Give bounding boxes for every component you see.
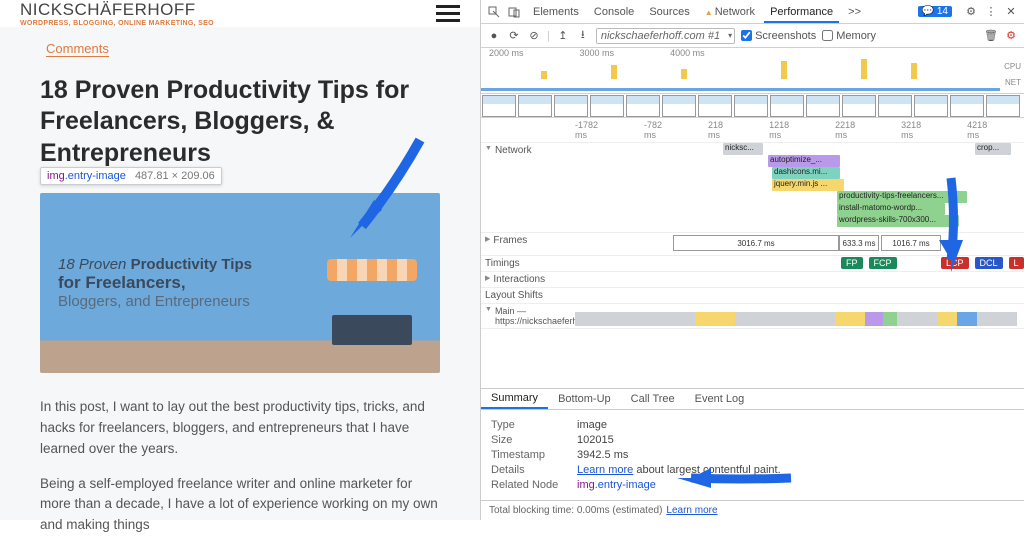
tooltip-class: .entry-image bbox=[65, 170, 126, 182]
summary-tabs: Summary Bottom-Up Call Tree Event Log bbox=[481, 388, 1024, 410]
tab-elements[interactable]: Elements bbox=[527, 6, 585, 18]
devtools-tabbar: Elements Console Sources Network Perform… bbox=[481, 0, 1024, 24]
article-body: In this post, I want to lay out the best… bbox=[40, 397, 440, 537]
network-bar[interactable]: wordpress-skills-700x300... bbox=[837, 215, 959, 227]
timing-chip[interactable]: FP bbox=[841, 257, 863, 269]
tab-event-log[interactable]: Event Log bbox=[685, 393, 755, 405]
overview-cpu-label: CPU bbox=[1004, 62, 1021, 71]
ov-tick: 2000 ms bbox=[489, 48, 524, 58]
clear-icon[interactable]: ⊘ bbox=[527, 29, 541, 43]
hero-l3: Bloggers, and Entrepreneurs bbox=[58, 293, 252, 310]
trash-icon[interactable]: 🗑 bbox=[984, 29, 998, 43]
comments-link[interactable]: Comments bbox=[46, 41, 109, 57]
capture-settings-icon[interactable]: ⚙ bbox=[1004, 29, 1018, 43]
article: Comments 18 Proven Productivity Tips for… bbox=[0, 31, 480, 550]
frame-box[interactable]: 3016.7 ms bbox=[673, 235, 839, 251]
site-logo[interactable]: NICKSCHÄFERHOFF WORDPRESS, BLOGGING, ONL… bbox=[20, 0, 214, 27]
memory-checkbox[interactable]: Memory bbox=[822, 30, 876, 42]
frames-track[interactable]: ▶Frames 3016.7 ms633.3 ms1016.7 ms bbox=[481, 233, 1024, 256]
devtools-panel: Elements Console Sources Network Perform… bbox=[480, 0, 1024, 520]
tooltip-dims: 487.81 × 209.06 bbox=[135, 170, 215, 182]
screenshots-checkbox[interactable]: Screenshots bbox=[741, 30, 816, 42]
page-header: NICKSCHÄFERHOFF WORDPRESS, BLOGGING, ONL… bbox=[0, 0, 480, 27]
network-bar[interactable]: install-matomo-wordp... bbox=[837, 203, 945, 215]
perf-toolbar: ● ⟳ ⊘ | ↥ ⭳ nickschaeferhoff.com #1 Scre… bbox=[481, 24, 1024, 48]
tabs-overflow[interactable]: >> bbox=[842, 6, 867, 18]
tab-performance[interactable]: Performance bbox=[764, 6, 839, 23]
tab-network[interactable]: Network bbox=[699, 6, 761, 18]
hero-illustration bbox=[322, 253, 422, 353]
hamburger-menu-icon[interactable] bbox=[436, 5, 460, 22]
tab-bottom-up[interactable]: Bottom-Up bbox=[548, 393, 621, 405]
hero-text: 18 Proven Productivity Tips for Freelanc… bbox=[58, 256, 252, 310]
tab-sources[interactable]: Sources bbox=[643, 6, 695, 18]
overview-net-label: NET bbox=[1005, 78, 1021, 87]
ov-tick: 3000 ms bbox=[580, 48, 615, 58]
blocking-time: Total blocking time: 0.00ms (estimated) bbox=[489, 505, 662, 516]
related-node-class[interactable]: .entry-image bbox=[595, 479, 656, 491]
devtools-footer: Total blocking time: 0.00ms (estimated) … bbox=[481, 500, 1024, 520]
tooltip-tag: img bbox=[47, 170, 65, 182]
timing-chip[interactable]: FCP bbox=[869, 257, 897, 269]
issues-badge[interactable]: 💬 14 bbox=[918, 6, 952, 17]
record-icon[interactable]: ● bbox=[487, 29, 501, 43]
inspect-icon[interactable] bbox=[487, 5, 501, 19]
element-tooltip: img.entry-image 487.81 × 209.06 bbox=[40, 167, 222, 185]
frame-box[interactable]: 1016.7 ms bbox=[881, 235, 941, 251]
kebab-icon[interactable]: ⋮ bbox=[984, 5, 998, 19]
summary-size: 102015 bbox=[577, 434, 614, 446]
hero-l1-prefix: 18 Proven bbox=[58, 256, 126, 273]
device-toggle-icon[interactable] bbox=[507, 5, 521, 19]
learn-more-link[interactable]: Learn more bbox=[577, 464, 633, 476]
para-1: In this post, I want to lay out the best… bbox=[40, 397, 440, 460]
main-track[interactable]: ▼Main — https://nickschaeferhoff.com/ bbox=[481, 304, 1024, 329]
timings-track[interactable]: Timings FPFCP LCPDCLL bbox=[481, 256, 1024, 272]
summary-panel: Typeimage Size102015 Timestamp3942.5 ms … bbox=[481, 410, 1024, 500]
network-track[interactable]: ▼Network nicksc...autoptimize_...dashico… bbox=[481, 143, 1024, 233]
hero-image: 18 Proven Productivity Tips for Freelanc… bbox=[40, 193, 440, 373]
network-bar[interactable]: dashicons.mi... bbox=[772, 167, 840, 179]
logo-name: NICKSCHÄFERHOFF bbox=[20, 0, 214, 20]
network-bar[interactable]: nicksc... bbox=[723, 143, 763, 155]
para-2: Being a self-employed freelance writer a… bbox=[40, 474, 440, 537]
layout-shifts-track[interactable]: Layout Shifts bbox=[481, 288, 1024, 304]
screenshot-thumbnails[interactable] bbox=[481, 94, 1024, 118]
overview-strip[interactable]: 2000 ms 3000 ms 4000 ms CPU NET bbox=[481, 48, 1024, 94]
summary-type: image bbox=[577, 419, 607, 431]
time-ruler: -1782 ms-782 ms218 ms1218 ms2218 ms3218 … bbox=[481, 118, 1024, 143]
settings-icon[interactable]: ⚙ bbox=[964, 5, 978, 19]
logo-tagline: WORDPRESS, BLOGGING, ONLINE MARKETING, S… bbox=[20, 20, 214, 27]
upload-icon[interactable]: ↥ bbox=[556, 29, 570, 43]
hero-l1-bold: Productivity Tips bbox=[131, 256, 252, 273]
download-icon[interactable]: ⭳ bbox=[576, 29, 590, 43]
network-bar[interactable]: productivity-tips-freelancers... bbox=[837, 191, 967, 203]
interactions-track[interactable]: ▶Interactions bbox=[481, 272, 1024, 288]
summary-timestamp: 3942.5 ms bbox=[577, 449, 628, 461]
devtools-tabs: Elements Console Sources Network Perform… bbox=[527, 6, 867, 18]
tab-summary[interactable]: Summary bbox=[481, 389, 548, 409]
timing-chip[interactable]: L bbox=[1009, 257, 1024, 269]
tab-console[interactable]: Console bbox=[588, 6, 640, 18]
article-title: 18 Proven Productivity Tips for Freelanc… bbox=[40, 75, 440, 169]
network-bar[interactable]: jquery.min.js ... bbox=[772, 179, 844, 191]
network-bar[interactable]: autoptimize_... bbox=[768, 155, 840, 167]
recording-dropdown[interactable]: nickschaeferhoff.com #1 bbox=[596, 28, 735, 44]
related-node-tag[interactable]: img bbox=[577, 479, 595, 491]
timing-chip[interactable]: DCL bbox=[975, 257, 1003, 269]
tab-call-tree[interactable]: Call Tree bbox=[621, 393, 685, 405]
webpage-pane: NICKSCHÄFERHOFF WORDPRESS, BLOGGING, ONL… bbox=[0, 0, 480, 520]
flame-chart[interactable]: -1782 ms-782 ms218 ms1218 ms2218 ms3218 … bbox=[481, 118, 1024, 388]
footer-learn-more[interactable]: Learn more bbox=[666, 505, 717, 516]
close-icon[interactable]: ✕ bbox=[1004, 5, 1018, 19]
reload-icon[interactable]: ⟳ bbox=[507, 29, 521, 43]
ov-tick: 4000 ms bbox=[670, 48, 705, 58]
timing-chip[interactable]: LCP bbox=[941, 257, 969, 269]
frame-box[interactable]: 633.3 ms bbox=[839, 235, 879, 251]
network-bar[interactable]: crop... bbox=[975, 143, 1011, 155]
hero-l2: for Freelancers, bbox=[58, 273, 252, 293]
